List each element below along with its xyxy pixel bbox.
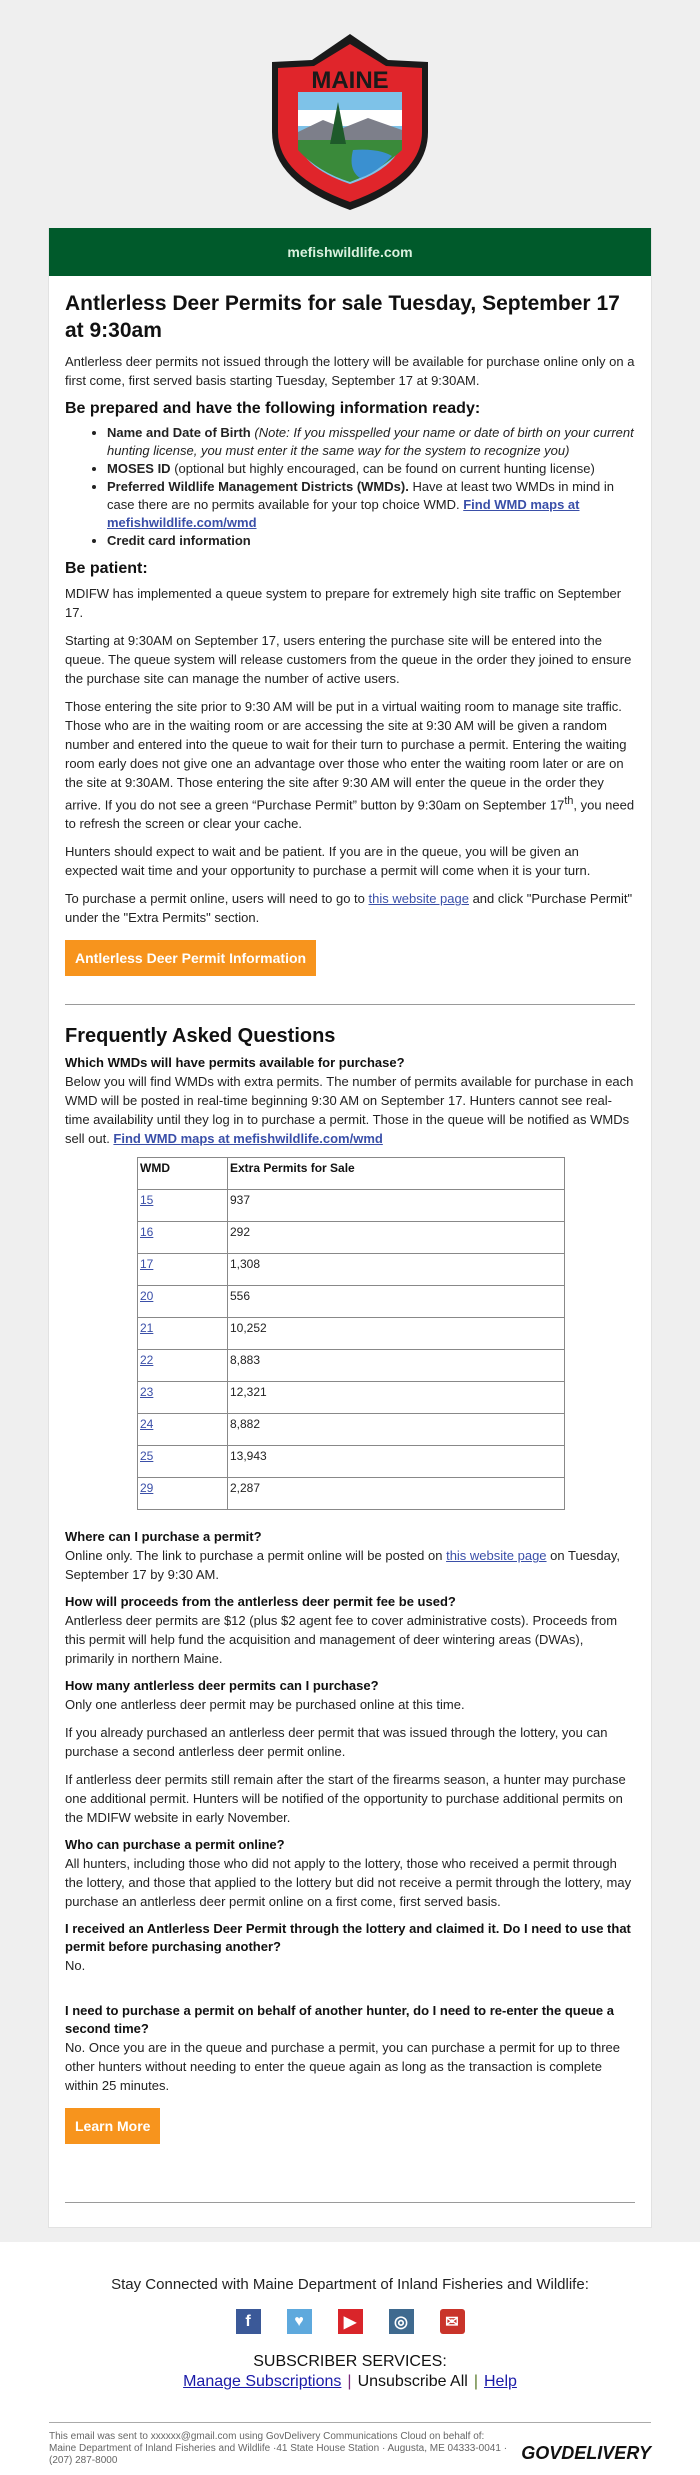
divider [65, 1004, 635, 1006]
table-row: 29 2,287 [137, 1477, 565, 1511]
faq-heading: Frequently Asked Questions [65, 1025, 336, 1048]
requirements-list: Name and Date of Birth (Note: If you mis… [65, 424, 635, 550]
twitter-icon[interactable]: ♥ [286, 2309, 312, 2335]
table-row: 25 13,943 [137, 1445, 565, 1479]
table-row: 17 1,308 [137, 1253, 565, 1287]
stay-connected-text: Stay Connected with Maine Department of … [111, 2276, 589, 2294]
wmd-link[interactable]: 16 [140, 1225, 153, 1239]
website-page-link[interactable]: this website page [369, 891, 469, 906]
permits-count: 1,308 [227, 1253, 565, 1287]
permits-count: 8,882 [227, 1413, 565, 1447]
table-row: 20 556 [137, 1285, 565, 1319]
wmd-maps-link-2[interactable]: Find WMD maps at mefishwildlife.com/wmd [113, 1131, 382, 1146]
paragraph: MDIFW has implemented a queue system to … [65, 586, 622, 620]
paragraph: Starting at 9:30AM on September 17, user… [65, 633, 632, 686]
faq-item: How many antlerless deer permits can I p… [65, 1678, 465, 1713]
table-row: 16 292 [137, 1221, 565, 1255]
paragraph: If antlerless deer permits still remain … [65, 1772, 626, 1826]
manage-subscriptions-link[interactable]: Manage Subscriptions [183, 2373, 341, 2390]
permits-count: 12,321 [227, 1381, 565, 1415]
permit-info-button[interactable]: Antlerless Deer Permit Information [65, 940, 317, 977]
social-links: f ♥ ▶ ◎ ✉ [0, 2309, 700, 2335]
faq-item: Which WMDs will have permits available f… [65, 1055, 634, 1147]
list-item: Name and Date of Birth (Note: If you mis… [107, 424, 635, 460]
table-row: 22 8,883 [137, 1349, 565, 1383]
wmd-permits-table: WMD Extra Permits for Sale 15 937 16 292 17 1… [137, 1157, 565, 1511]
site-banner: mefishwildlife.com [49, 228, 651, 276]
wmd-link[interactable]: 22 [140, 1353, 153, 1367]
wmd-link[interactable]: 25 [140, 1449, 153, 1463]
permits-count: 8,883 [227, 1349, 565, 1383]
learn-more-button[interactable]: Learn More [65, 2108, 161, 2145]
faq-item: I need to purchase a permit on behalf of… [65, 2003, 620, 2094]
footer: Stay Connected with Maine Department of … [0, 2242, 700, 2475]
faq-item: Where can I purchase a permit? Online on… [65, 1529, 621, 1583]
help-link[interactable]: Help [484, 2373, 517, 2390]
table-row: 15 937 [137, 1189, 565, 1223]
facebook-icon[interactable]: f [235, 2309, 261, 2335]
legal-text: This email was sent to xxxxxx@gmail.com … [49, 2431, 508, 2467]
table-header-row: WMD Extra Permits for Sale [137, 1157, 565, 1191]
permits-count: 937 [227, 1189, 565, 1223]
list-item: Credit card information [107, 532, 635, 550]
email-icon[interactable]: ✉ [439, 2309, 465, 2335]
govdelivery-logo: GOVDELIVERY [521, 2443, 651, 2464]
intro-text: Antlerless deer permits not issued throu… [65, 354, 635, 388]
paragraph: Those entering the site prior to 9:30 AM… [65, 699, 635, 832]
wmd-link[interactable]: 15 [140, 1193, 153, 1207]
patient-heading: Be patient: [65, 560, 148, 577]
header-area: MAINE [0, 0, 700, 228]
legal-footer: This email was sent to xxxxxx@gmail.com … [49, 2422, 651, 2475]
list-item: MOSES ID (optional but highly encouraged… [107, 460, 635, 478]
permits-count: 556 [227, 1285, 565, 1319]
list-item: Preferred Wildlife Management Districts … [107, 478, 635, 532]
wmd-link[interactable]: 20 [140, 1289, 153, 1303]
permits-count: 10,252 [227, 1317, 565, 1351]
table-row: 23 12,321 [137, 1381, 565, 1415]
table-row: 24 8,882 [137, 1413, 565, 1447]
maine-ifw-logo: MAINE [272, 34, 428, 210]
paragraph: To purchase a permit online, users will … [65, 891, 633, 926]
wmd-link[interactable]: 29 [140, 1481, 153, 1495]
wmd-link[interactable]: 23 [140, 1385, 153, 1399]
paragraph: Hunters should expect to wait and be pat… [65, 844, 591, 879]
instagram-icon[interactable]: ◎ [388, 2309, 414, 2335]
divider [65, 2202, 635, 2204]
page-title: Antlerless Deer Permits for sale Tuesday… [65, 292, 620, 342]
wmd-link[interactable]: 24 [140, 1417, 153, 1431]
faq-item: I received an Antlerless Deer Permit thr… [65, 1921, 631, 1974]
paragraph: If you already purchased an antlerless d… [65, 1725, 608, 1760]
permits-count: 292 [227, 1221, 565, 1255]
wmd-link[interactable]: 17 [140, 1257, 153, 1271]
youtube-icon[interactable]: ▶ [337, 2309, 363, 2335]
wmd-link[interactable]: 21 [140, 1321, 153, 1335]
unsubscribe-all-link[interactable]: Unsubscribe All [358, 2373, 468, 2390]
table-row: 21 10,252 [137, 1317, 565, 1351]
permits-count: 13,943 [227, 1445, 565, 1479]
subscriber-services: SUBSCRIBER SERVICES: Manage Subscription… [183, 2353, 517, 2391]
svg-text:MAINE: MAINE [311, 67, 388, 94]
faq-item: Who can purchase a permit online? All hu… [65, 1837, 632, 1910]
faq-item: How will proceeds from the antlerless de… [65, 1594, 618, 1667]
permits-count: 2,287 [227, 1477, 565, 1511]
prepared-heading: Be prepared and have the following infor… [65, 400, 481, 417]
website-page-link-2[interactable]: this website page [446, 1548, 546, 1563]
email-body: mefishwildlife.com Antlerless Deer Permi… [48, 228, 652, 2229]
